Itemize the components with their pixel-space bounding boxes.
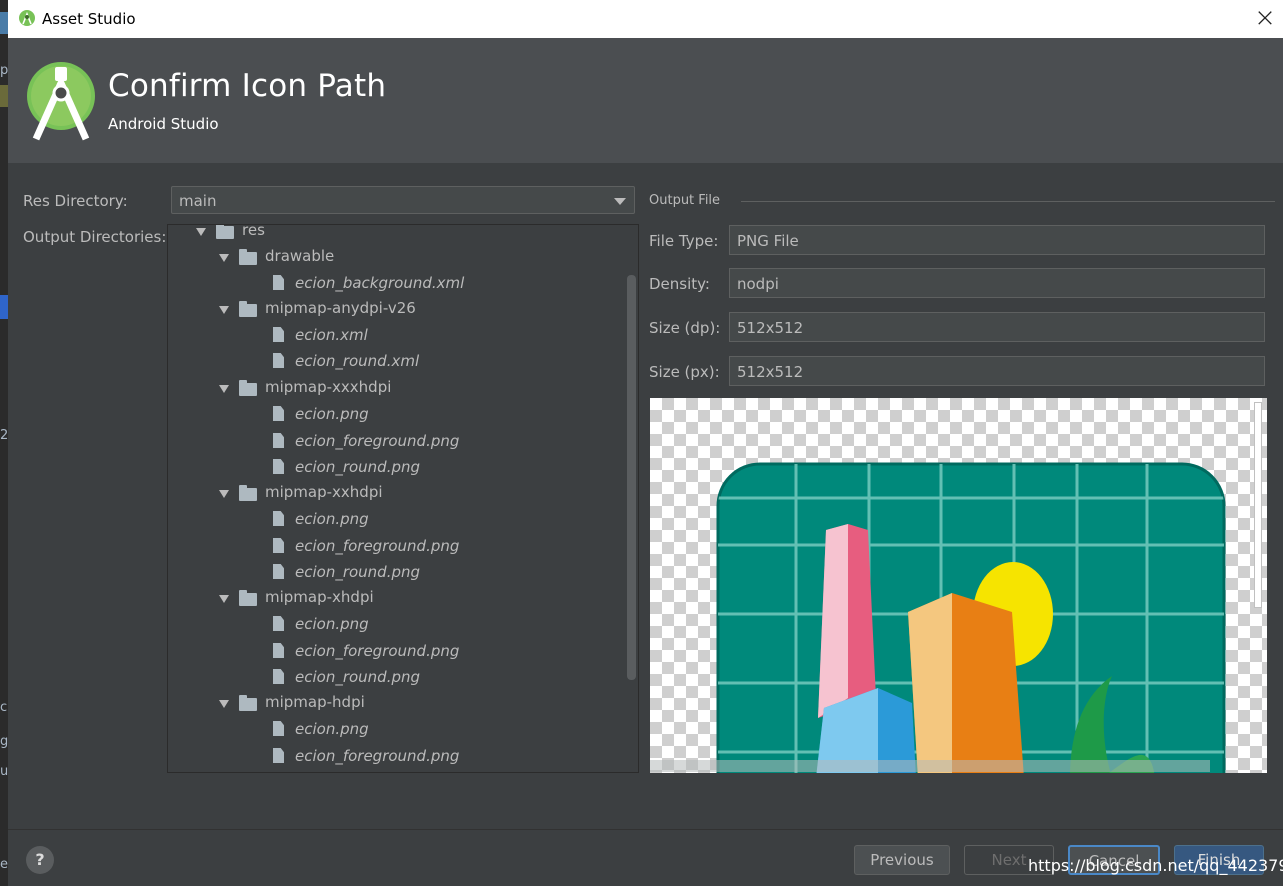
density-value: nodpi: [737, 275, 779, 293]
title-bar: Asset Studio ×: [8, 0, 1283, 38]
chevron-down-icon: [614, 198, 626, 205]
file-icon: [273, 459, 284, 474]
preview-horizontal-scrollbar[interactable]: [650, 760, 1210, 772]
wizard-header: Confirm Icon Path Android Studio: [8, 38, 1283, 163]
folder-icon: [239, 695, 257, 711]
file-icon: [273, 748, 284, 763]
tree-label: ecion_background.xml: [295, 274, 465, 292]
file-icon: [273, 327, 284, 342]
ide-marker: [0, 85, 8, 107]
expand-arrow-icon[interactable]: [219, 385, 229, 393]
file-icon: [273, 275, 284, 290]
file-icon: [273, 721, 284, 736]
android-studio-logo: [27, 62, 95, 141]
tree-label: ecion.png: [295, 510, 369, 528]
folder-icon: [239, 380, 257, 396]
tree-label: ecion_round.png: [295, 563, 421, 581]
tree-label: res: [242, 224, 265, 239]
output-directories-label: Output Directories:: [23, 228, 167, 246]
tree-label: mipmap-xxhdpi: [265, 483, 383, 501]
expand-arrow-icon[interactable]: [219, 254, 229, 262]
folder-icon: [239, 249, 257, 265]
file-icon: [273, 406, 284, 421]
file-type-field[interactable]: PNG File: [729, 225, 1265, 255]
density-field[interactable]: nodpi: [729, 268, 1265, 298]
previous-button[interactable]: Previous: [854, 845, 950, 875]
window-title: Asset Studio: [42, 10, 136, 28]
tree-label: ecion.png: [295, 720, 369, 738]
output-directories-tree[interactable]: res drawable ecion_background.xml mipmap…: [167, 224, 639, 773]
tree-label: drawable: [265, 247, 335, 265]
footer-divider: [8, 829, 1283, 830]
output-file-section-title: Output File: [649, 193, 721, 208]
file-icon: [273, 616, 284, 631]
asset-studio-dialog: Asset Studio × Confirm Icon Path Android…: [8, 0, 1283, 886]
file-icon: [273, 564, 284, 579]
watermark-text: https://blog.csdn.net/qq_44237926: [1028, 856, 1283, 875]
tree-label: mipmap-hdpi: [265, 693, 365, 711]
file-icon: [273, 353, 284, 368]
tree-label: mipmap-xxxhdpi: [265, 378, 392, 396]
ide-char: u: [0, 764, 9, 779]
tree-label: mipmap-xhdpi: [265, 588, 374, 606]
background-ide-strip: p 2 c g u e: [0, 0, 8, 886]
tree-label: ecion.xml: [295, 326, 368, 344]
file-icon: [273, 669, 284, 684]
app-icon-preview-image: [716, 462, 1226, 773]
expand-arrow-icon[interactable]: [196, 228, 206, 236]
file-icon: [273, 538, 284, 553]
tree-label: ecion_round.png: [295, 668, 421, 686]
res-directory-value: main: [179, 192, 217, 210]
ide-marker: [0, 12, 8, 34]
close-icon[interactable]: ×: [1250, 4, 1280, 34]
preview-vertical-scrollbar[interactable]: [1254, 402, 1262, 608]
page-title: Confirm Icon Path: [108, 68, 387, 104]
ide-char: c: [0, 700, 8, 715]
file-icon: [273, 511, 284, 526]
ide-char: e: [0, 857, 8, 872]
expand-arrow-icon[interactable]: [219, 490, 229, 498]
res-directory-dropdown[interactable]: main: [171, 186, 635, 214]
expand-arrow-icon[interactable]: [219, 700, 229, 708]
folder-icon: [239, 485, 257, 501]
res-directory-label: Res Directory:: [23, 192, 128, 210]
file-type-label: File Type:: [649, 232, 719, 250]
tree-label: ecion_foreground.png: [295, 432, 460, 450]
size-dp-field[interactable]: 512x512: [729, 312, 1265, 342]
folder-icon: [239, 590, 257, 606]
file-icon: [273, 433, 284, 448]
size-px-field[interactable]: 512x512: [729, 356, 1265, 386]
size-dp-label: Size (dp):: [649, 319, 721, 337]
tree-label: ecion_round.xml: [295, 352, 420, 370]
file-icon: [273, 643, 284, 658]
ide-marker: [0, 295, 8, 319]
section-divider: [741, 201, 1275, 202]
page-subtitle: Android Studio: [108, 115, 219, 133]
density-label: Density:: [649, 275, 710, 293]
tree-label: ecion_foreground.png: [295, 642, 460, 660]
size-px-value: 512x512: [737, 363, 804, 381]
tree-label: ecion.png: [295, 405, 369, 423]
tree-scrollbar[interactable]: [627, 275, 636, 680]
android-studio-icon: [19, 10, 35, 26]
size-dp-value: 512x512: [737, 319, 804, 337]
tree-label: ecion_round.png: [295, 458, 421, 476]
tree-label: ecion.png: [295, 615, 369, 633]
folder-icon: [239, 301, 257, 317]
expand-arrow-icon[interactable]: [219, 306, 229, 314]
help-icon[interactable]: ?: [26, 846, 54, 874]
tree-label: ecion_foreground.png: [295, 537, 460, 555]
icon-preview: [650, 398, 1267, 773]
size-px-label: Size (px):: [649, 363, 720, 381]
expand-arrow-icon[interactable]: [219, 595, 229, 603]
tree-label: mipmap-anydpi-v26: [265, 299, 416, 317]
tree-label: ecion_foreground.png: [295, 747, 460, 765]
folder-icon: [216, 225, 234, 239]
file-type-value: PNG File: [737, 232, 799, 250]
